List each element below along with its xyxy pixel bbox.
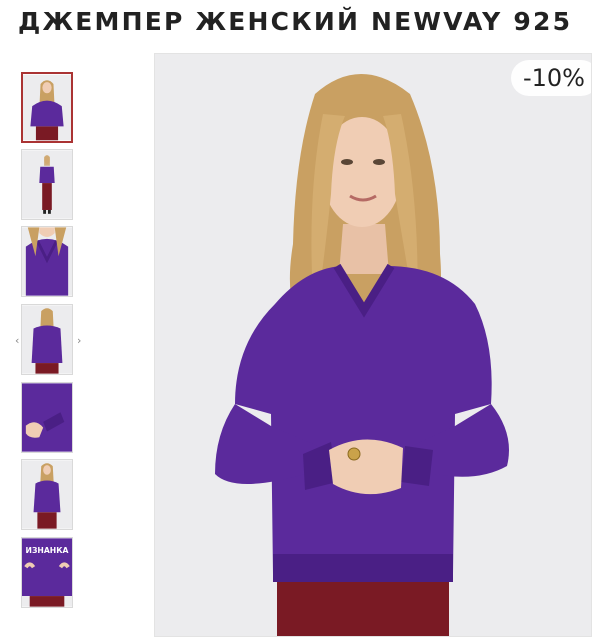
thumbnail-4[interactable]	[21, 304, 73, 375]
thumbnail-7-image: ИЗНАНКА	[22, 538, 72, 607]
main-product-image[interactable]: -10%	[154, 53, 592, 637]
thumbnail-7[interactable]: ИЗНАНКА	[21, 537, 73, 608]
discount-badge: -10%	[510, 60, 591, 96]
thumbnail-2-image	[22, 150, 72, 219]
thumbnail-2[interactable]	[21, 149, 73, 220]
thumbnail-5-image	[22, 383, 72, 452]
thumbnail-prev-arrow[interactable]: ‹	[15, 334, 19, 347]
thumbnail-6-image	[22, 460, 72, 529]
thumbnail-next-arrow[interactable]: ›	[77, 334, 81, 347]
product-title: ДЖЕМПЕР ЖЕНСКИЙ NEWVAY 925	[18, 7, 573, 36]
thumbnail-1[interactable]	[21, 72, 73, 143]
thumbnail-5[interactable]	[21, 382, 73, 453]
thumbnail-4-image	[22, 305, 72, 374]
model-photo	[155, 54, 591, 636]
thumbnail-6[interactable]	[21, 459, 73, 530]
thumbnail-7-caption: ИЗНАНКА	[26, 546, 69, 555]
thumbnail-1-image	[23, 74, 71, 141]
thumbnail-3[interactable]	[21, 226, 73, 297]
thumbnail-3-image	[22, 227, 72, 296]
